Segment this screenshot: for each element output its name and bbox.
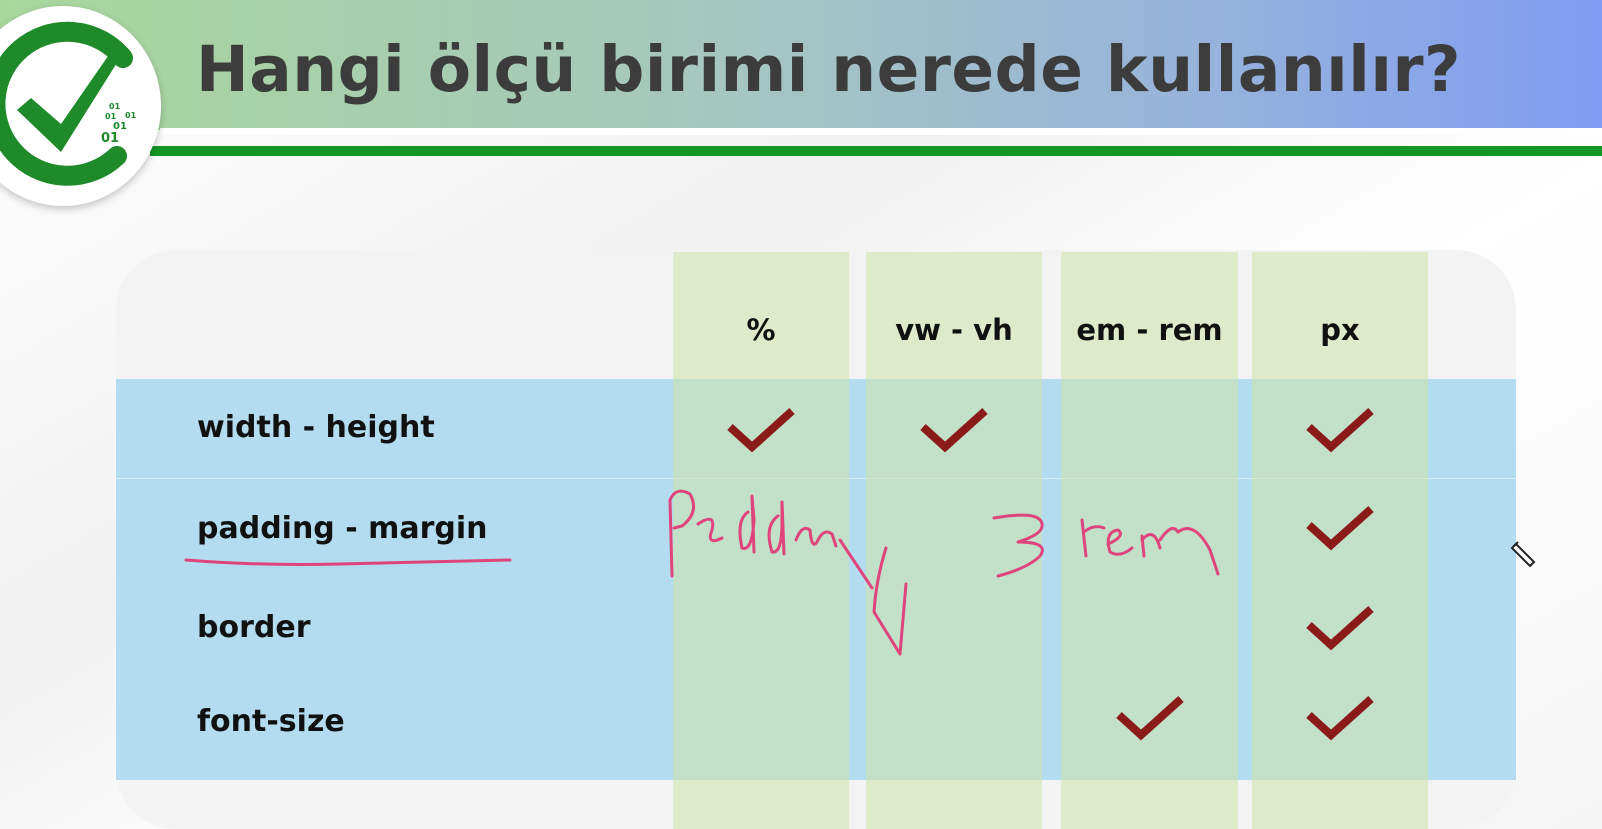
pen-cursor-icon — [1510, 541, 1536, 568]
handwriting-padding — [668, 489, 908, 656]
handwriting-3rem — [992, 513, 1220, 578]
handwriting-overlay — [184, 489, 1220, 656]
underline-annotation — [184, 558, 512, 566]
